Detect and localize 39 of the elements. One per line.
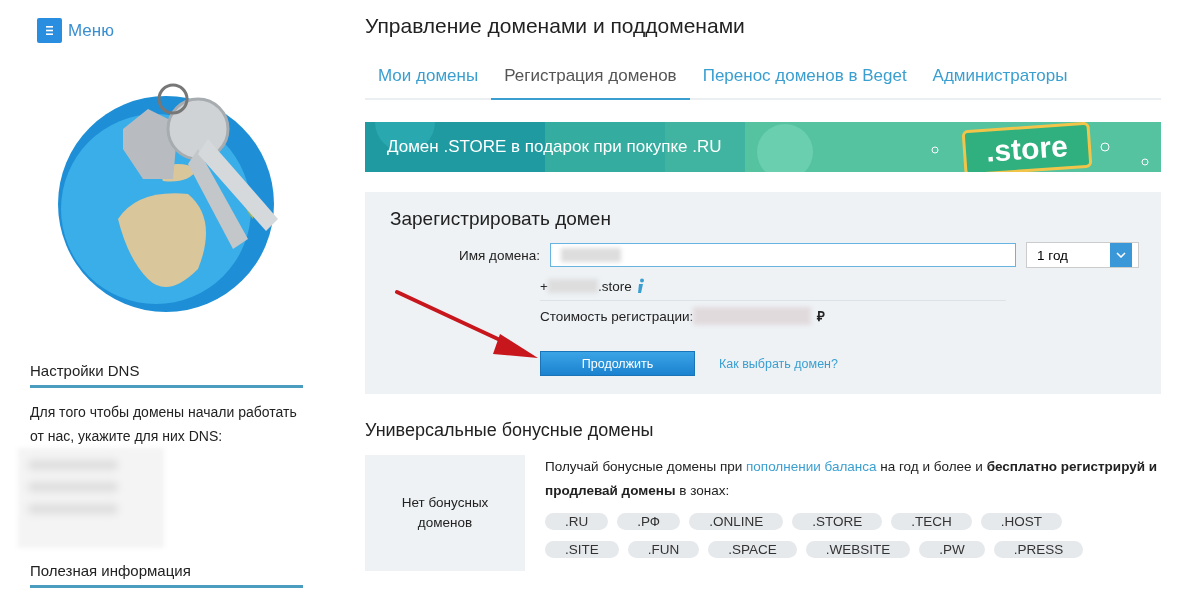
zone-tag: .SPACE — [708, 541, 797, 558]
info-icon[interactable] — [635, 278, 646, 294]
tab[interactable]: Мои домены — [365, 60, 492, 100]
zone-tag: .STORE — [792, 513, 883, 530]
section-title: Полезная информация — [30, 562, 303, 588]
section-title: Универсальные бонусные домены — [365, 420, 655, 441]
balance-link[interactable]: пополнении баланса — [746, 459, 877, 474]
zone-tag: .PRESS — [993, 541, 1084, 558]
field-label: Имя домена: — [458, 247, 540, 263]
zone-tag: .WEBSITE — [805, 541, 911, 558]
bonus-domain-text: + — [540, 278, 548, 294]
page-title: Управление доменами и поддоменами — [365, 14, 746, 38]
zone-tag: .TECH — [891, 513, 972, 530]
zone-tag: .РФ — [617, 513, 681, 530]
zone-tag: .HOST — [980, 513, 1062, 530]
zone-tag: .RU — [545, 513, 609, 530]
caret-icon — [1116, 252, 1126, 258]
banner-text: Домен .STORE в подарок при покупке .RU — [387, 137, 722, 157]
section-title: Зарегистрировать домен — [390, 208, 612, 230]
zone-tag: .FUN — [627, 541, 700, 558]
empty-bonus-panel: Нет бонусных доменов — [365, 455, 525, 571]
continue-button[interactable]: Продолжить — [540, 351, 695, 376]
domain-name-field[interactable] — [550, 243, 1016, 267]
tab[interactable]: Регистрация доменов — [491, 60, 690, 100]
tab[interactable]: Администраторы — [919, 60, 1081, 100]
zone-tag: .SITE — [545, 541, 619, 558]
bonus-domain-text: .store — [597, 278, 632, 294]
period-dropdown[interactable]: 1 год — [1026, 242, 1139, 268]
currency-sign: ₽ — [817, 308, 826, 325]
section-title: Настройки DNS — [30, 362, 303, 388]
bonus-description: Получай бонусные домены при пополнении баланса на год и более и бесплатно регистрируй и продлевай домены в зонах: — [545, 458, 1159, 500]
menu-button[interactable]: Меню — [37, 18, 114, 43]
help-link[interactable]: Как выбрать домен? — [719, 356, 838, 371]
tab[interactable]: Перенос доменов в Beget — [689, 60, 920, 100]
zone-tag: .PW — [919, 541, 985, 558]
dns-instructions: Для того чтобы домены начали работать от нас, укажите для них DNS: — [30, 403, 298, 446]
zone-tag: .ONLINE — [689, 513, 784, 530]
menu-icon — [37, 18, 62, 43]
cost-label: Стоимость регистрации: — [540, 308, 694, 324]
